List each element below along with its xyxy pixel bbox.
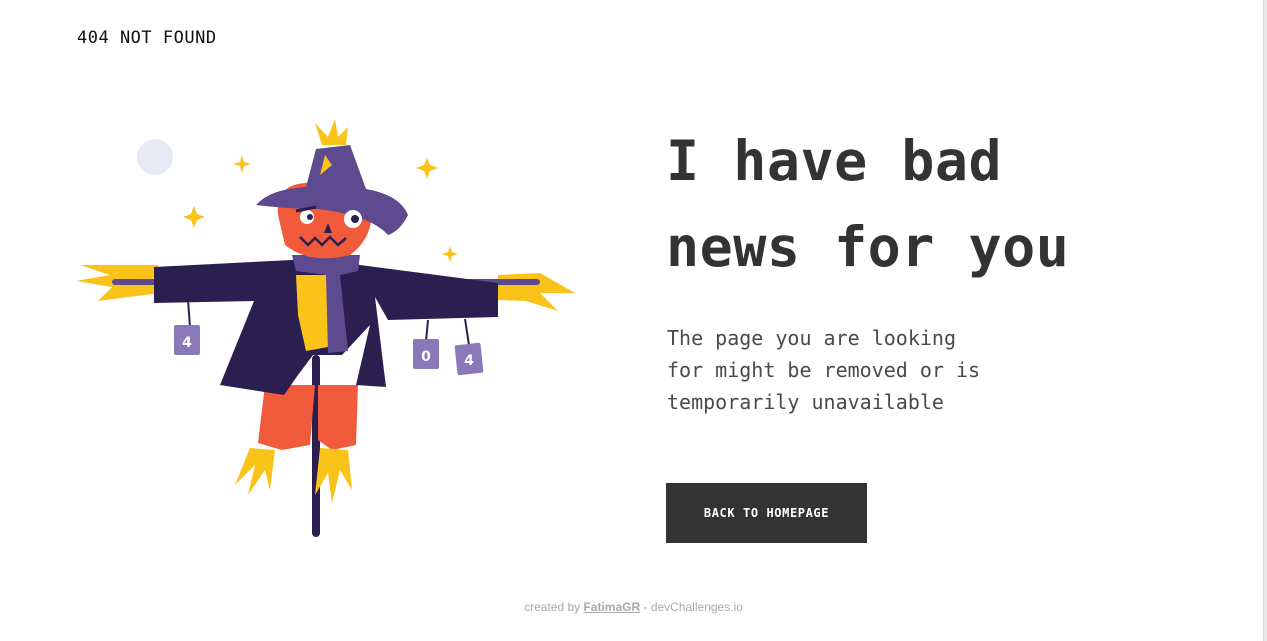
page-scrollbar[interactable]	[1263, 0, 1267, 641]
message-line: temporarily unavailable	[667, 390, 944, 414]
footer-suffix: - devChallenges.io	[640, 600, 743, 614]
sparkle-icon	[442, 246, 458, 262]
can-label: 4	[464, 353, 474, 369]
brand-label: 404 NOT FOUND	[77, 28, 217, 48]
tin-can-right: 4	[454, 318, 484, 376]
tin-can-left: 4	[174, 299, 200, 355]
error-message: The page you are looking for might be re…	[667, 322, 1037, 418]
back-to-homepage-button[interactable]: BACK TO HOMEPAGE	[666, 483, 867, 543]
can-label: 4	[182, 335, 192, 351]
can-label: 0	[421, 349, 431, 365]
moon-icon	[137, 139, 173, 175]
footer-credit: created by FatimaGR - devChallenges.io	[0, 600, 1267, 614]
sparkle-icon	[183, 206, 205, 228]
headline-line: news for you	[666, 215, 1070, 279]
footer-prefix: created by	[524, 600, 584, 614]
sparkle-icon	[416, 158, 438, 179]
headline-line: I have bad	[666, 129, 1003, 193]
message-line: for might be removed or is	[667, 358, 981, 382]
scarecrow-illustration: 4 0 4	[70, 115, 590, 545]
tin-can-middle: 0	[413, 319, 439, 369]
sparkle-icon	[233, 155, 251, 173]
author-link[interactable]: FatimaGR	[583, 600, 640, 614]
message-line: The page you are looking	[667, 326, 956, 350]
page-headline: I have bad news for you	[666, 118, 1226, 290]
